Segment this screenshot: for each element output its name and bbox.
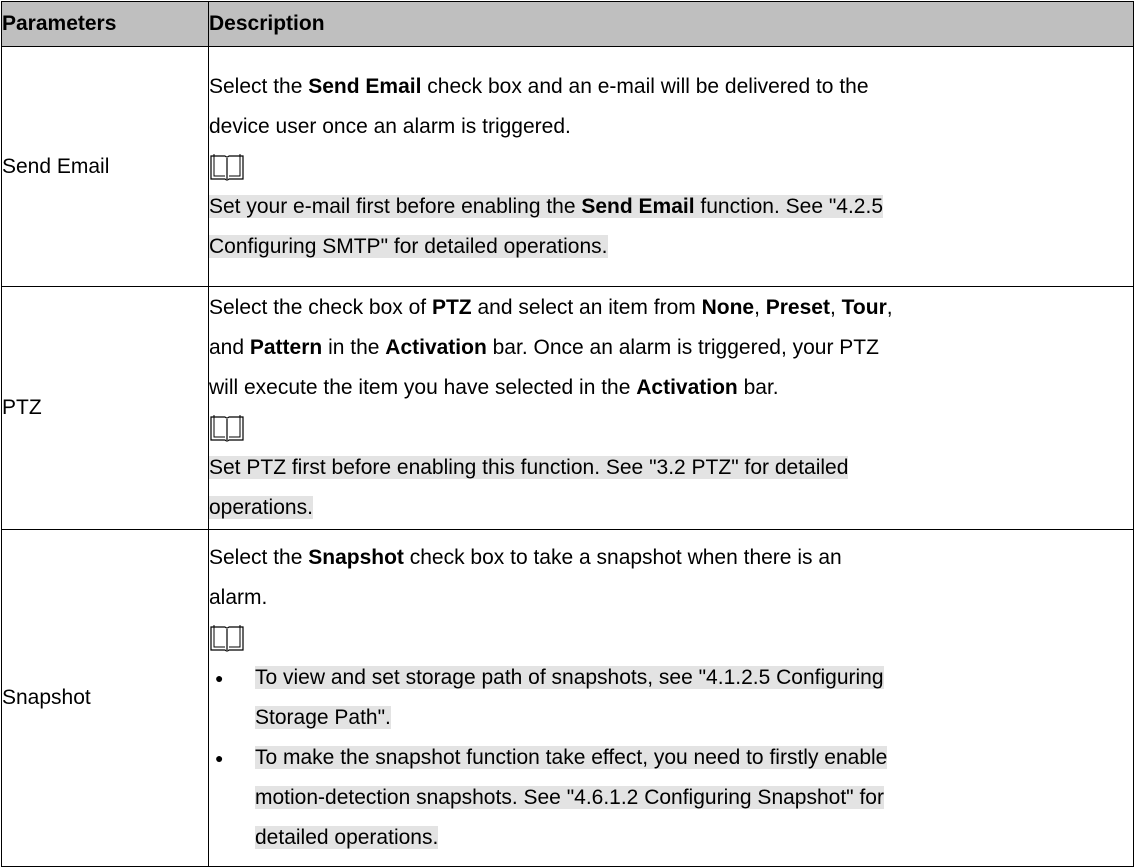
parameters-table: Parameters Description Send Email Select…: [1, 1, 1134, 867]
note-line: Set your e-mail first before enabling th…: [209, 194, 883, 218]
header-parameters: Parameters: [1, 1, 209, 47]
book-note-icon: [209, 408, 1133, 448]
desc-line: Select the check box of PTZ and select a…: [209, 296, 893, 319]
param-send-email: Send Email: [1, 46, 209, 287]
table-row-ptz: PTZ Select the check box of PTZ and sele…: [1, 286, 1134, 530]
desc-send-email: Select the Send Email check box and an e…: [208, 46, 1134, 287]
book-note-icon: [209, 618, 1133, 658]
bullet-line: Storage Path".: [255, 706, 391, 729]
bullet-line: To view and set storage path of snapshot…: [255, 666, 884, 689]
bullet-line: To make the snapshot function take effec…: [255, 746, 888, 769]
list-item: ● To make the snapshot function take eff…: [209, 738, 1133, 858]
table-header-row: Parameters Description: [1, 1, 1134, 47]
desc-snapshot: Select the Snapshot check box to take a …: [208, 529, 1134, 867]
book-note-icon: [209, 147, 1133, 187]
header-description: Description: [208, 1, 1134, 47]
bullet-line: motion-detection snapshots. See "4.6.1.2…: [255, 786, 884, 809]
desc-ptz: Select the check box of PTZ and select a…: [208, 286, 1134, 530]
note-line: Configuring SMTP" for detailed operation…: [209, 234, 608, 258]
param-snapshot: Snapshot: [1, 529, 209, 867]
param-ptz: PTZ: [1, 286, 209, 530]
table-row-send-email: Send Email Select the Send Email check b…: [1, 46, 1134, 287]
bullet-icon: ●: [215, 670, 224, 686]
note-line: operations.: [209, 496, 313, 519]
note-line: Set PTZ first before enabling this funct…: [209, 456, 849, 479]
desc-line: Select the Snapshot check box to take a …: [209, 546, 842, 569]
desc-line: and Pattern in the Activation bar. Once …: [209, 336, 879, 359]
table-row-snapshot: Snapshot Select the Snapshot check box t…: [1, 529, 1134, 867]
desc-line: Select the Send Email check box and an e…: [209, 74, 869, 98]
bullet-line: detailed operations.: [255, 826, 439, 849]
desc-line: will execute the item you have selected …: [209, 376, 779, 399]
bullet-icon: ●: [215, 750, 224, 766]
desc-line: alarm.: [209, 586, 268, 609]
desc-line: device user once an alarm is triggered.: [209, 114, 571, 138]
list-item: ● To view and set storage path of snapsh…: [209, 658, 1133, 738]
